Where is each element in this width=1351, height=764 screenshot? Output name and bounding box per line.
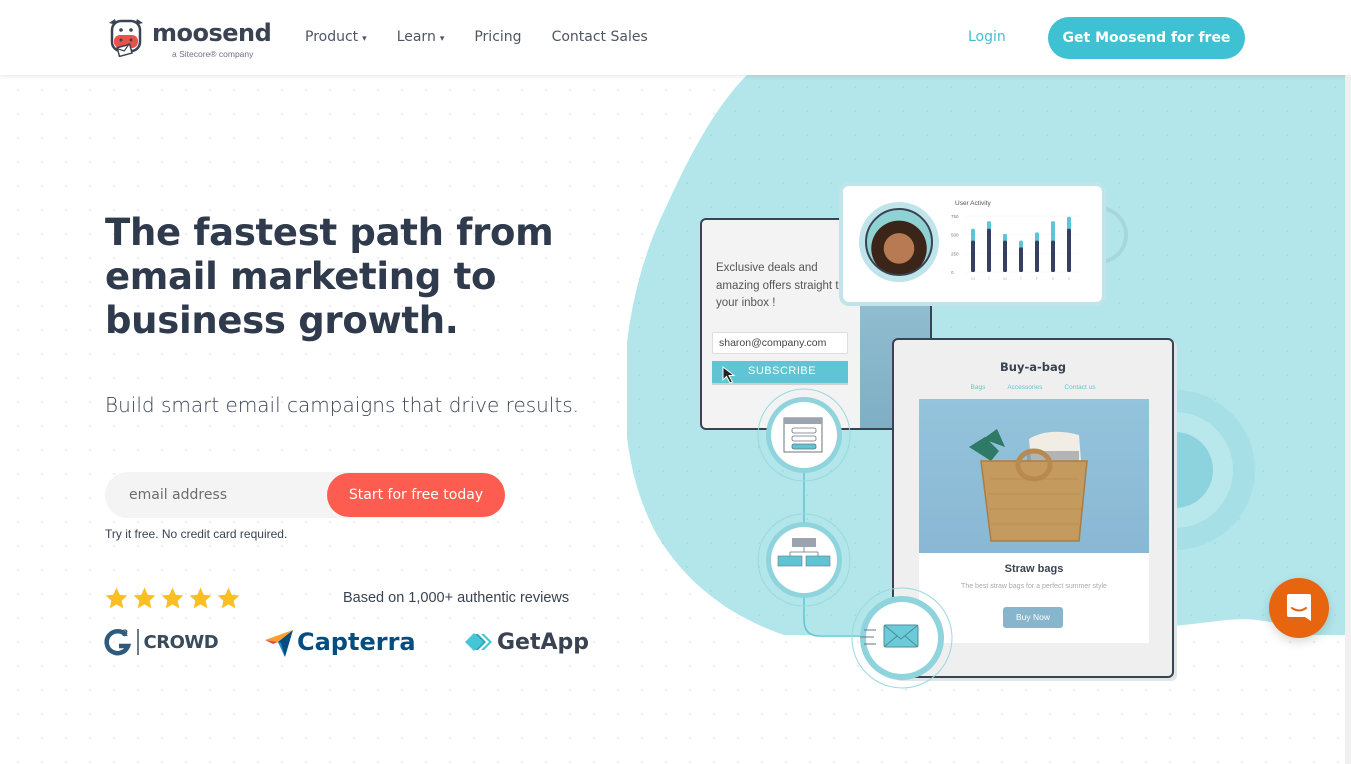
main-nav: Product ▾ Learn ▾ Pricing Contact Sales [305, 29, 678, 45]
capterra-badge[interactable]: Capterra [263, 624, 416, 660]
nav-learn-label: Learn [396, 29, 436, 45]
bar-base [987, 228, 991, 272]
bar-base [1003, 240, 1007, 272]
nav-product[interactable]: Product ▾ [305, 29, 367, 45]
g2-logo-icon: 2 [104, 629, 132, 656]
activity-bar-chart: 750 500 250 0 M T W T F S S [951, 214, 1081, 281]
shop-title: Buy-a-bag [1000, 360, 1066, 374]
star-icon [217, 587, 240, 609]
user-activity-card: User Activity 750 500 250 0 M T W T F S S [843, 186, 1102, 302]
g2-crowd-label: CROWD [143, 631, 219, 653]
x-tick-label: T [988, 276, 991, 281]
no-credit-card-note: Try it free. No credit card required. [105, 527, 288, 541]
getapp-badge[interactable]: GetApp [463, 624, 589, 660]
bar-base [1067, 228, 1071, 272]
shop-nav-item: Accessories [1007, 384, 1043, 391]
bar-base [971, 240, 975, 272]
x-tick-label: M [971, 276, 974, 281]
cow-logo-icon [109, 19, 143, 57]
optin-text: Exclusive deals and amazing offers strai… [716, 262, 845, 309]
page-scrollbar[interactable] [1345, 75, 1351, 764]
y-tick-label: 0 [951, 270, 954, 275]
start-for-free-button[interactable]: Start for free today [327, 473, 505, 517]
hero-subheadline: Build smart email campaigns that drive r… [105, 393, 580, 417]
headline-line: The fastest path from [105, 211, 554, 254]
bar-base [1019, 247, 1023, 272]
g2-crowd-badge[interactable]: 2 CROWD [104, 624, 219, 660]
y-tick-label: 500 [951, 233, 959, 238]
form-node-icon [757, 388, 851, 482]
y-tick-label: 750 [951, 214, 959, 219]
rating-stars [104, 586, 241, 611]
workflow-node-icon [757, 513, 851, 607]
activity-chart-title: User Activity [955, 200, 991, 207]
email-address-input[interactable] [129, 472, 319, 518]
headline-line: email marketing to [105, 255, 497, 298]
hero-headline: The fastest path from email marketing to… [105, 211, 585, 343]
signup-form: Start for free today [105, 472, 505, 518]
star-icon [161, 587, 184, 609]
get-moosend-free-button[interactable]: Get Moosend for free [1048, 17, 1245, 59]
send-email-node-icon [851, 587, 953, 689]
star-icon [133, 587, 156, 609]
y-tick-label: 250 [951, 251, 959, 256]
nav-contact-sales-label: Contact Sales [551, 29, 648, 45]
x-tick-label: S [1052, 276, 1055, 281]
nav-product-label: Product [305, 29, 359, 45]
mouse-cursor-icon [722, 366, 736, 384]
getapp-logo-icon [465, 633, 492, 651]
nav-learn[interactable]: Learn ▾ [397, 29, 445, 45]
live-chat-button[interactable] [1269, 578, 1329, 638]
moosend-logo[interactable]: moosend a Sitecore® company [105, 15, 272, 61]
nav-pricing-label: Pricing [474, 29, 522, 45]
user-avatar [865, 208, 933, 276]
badge-divider [137, 629, 139, 655]
avatar-ring [859, 202, 939, 282]
bar-base [1035, 240, 1039, 272]
star-icon [105, 587, 128, 609]
logo-subtext: a Sitecore® company [172, 49, 254, 59]
x-tick-label: S [1068, 276, 1071, 281]
capterra-logo-icon [265, 630, 293, 657]
x-tick-label: T [1020, 276, 1023, 281]
site-header: moosend a Sitecore® company Product ▾ Lea… [0, 0, 1351, 75]
star-icon [189, 587, 212, 609]
login-link[interactable]: Login [968, 29, 1006, 45]
nav-pricing[interactable]: Pricing [474, 29, 521, 45]
chevron-down-icon: ▾ [439, 34, 445, 44]
chat-bubble-icon [1287, 594, 1311, 621]
logo-wordmark: moosend [152, 19, 272, 47]
bar-base [1051, 240, 1055, 272]
nav-contact-sales[interactable]: Contact Sales [552, 29, 648, 45]
buy-now-button: Buy Now [1003, 607, 1063, 628]
reviews-count-text: Based on 1,000+ authentic reviews [343, 590, 570, 606]
optin-email-field: sharon@company.com [712, 332, 848, 354]
svg-text:2: 2 [122, 629, 128, 639]
chevron-down-icon: ▾ [362, 34, 367, 44]
getapp-label: GetApp [497, 629, 590, 655]
capterra-label: Capterra [297, 628, 416, 656]
x-tick-label: F [1036, 276, 1039, 281]
headline-line: business growth. [105, 299, 459, 342]
automation-flow [757, 388, 953, 689]
x-tick-label: W [1003, 276, 1007, 281]
shop-nav-item: Contact us [1064, 384, 1096, 391]
